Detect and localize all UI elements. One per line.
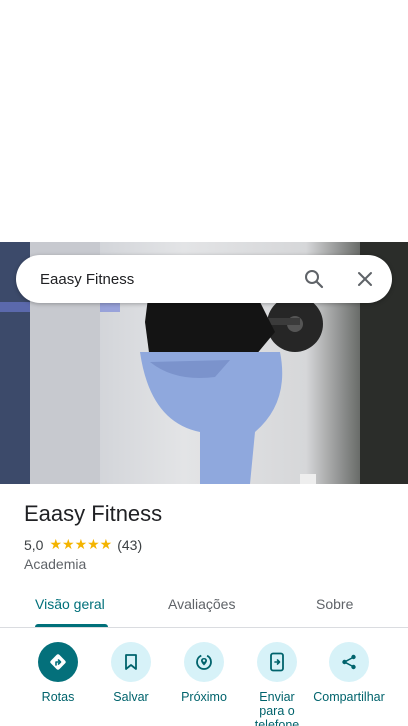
- save-button[interactable]: [111, 642, 151, 682]
- nearby-label[interactable]: Próximo: [174, 690, 234, 704]
- search-icon[interactable]: [302, 267, 326, 291]
- tabs-divider: [0, 627, 408, 628]
- send-to-phone-button[interactable]: [257, 642, 297, 682]
- search-bar[interactable]: Eaasy Fitness: [16, 255, 392, 303]
- rating-stars-icon: ★★★★★: [49, 536, 113, 552]
- send-to-phone-label[interactable]: Enviar para o telefone: [247, 690, 307, 726]
- directions-button[interactable]: [38, 642, 78, 682]
- tab-overview[interactable]: Visão geral: [35, 596, 105, 612]
- tab-reviews[interactable]: Avaliações: [168, 596, 235, 612]
- directions-label[interactable]: Rotas: [28, 690, 88, 704]
- review-count: (43): [117, 536, 143, 553]
- rating-value: 5,0: [24, 536, 44, 553]
- bookmark-icon: [125, 654, 137, 670]
- save-label[interactable]: Salvar: [101, 690, 161, 704]
- tab-about[interactable]: Sobre: [316, 596, 353, 612]
- nearby-button[interactable]: [184, 642, 224, 682]
- share-icon: [342, 654, 356, 670]
- share-button[interactable]: [329, 642, 369, 682]
- directions-icon: [50, 654, 66, 670]
- place-category[interactable]: Academia: [24, 556, 86, 572]
- search-input[interactable]: Eaasy Fitness: [40, 271, 134, 288]
- rating-row[interactable]: 5,0 ★★★★★ (43): [24, 536, 142, 553]
- place-title: Eaasy Fitness: [24, 501, 163, 526]
- nearby-icon: [196, 654, 212, 670]
- share-label[interactable]: Compartilhar: [313, 690, 385, 726]
- close-icon[interactable]: [353, 267, 377, 291]
- send-to-phone-icon: [270, 652, 284, 672]
